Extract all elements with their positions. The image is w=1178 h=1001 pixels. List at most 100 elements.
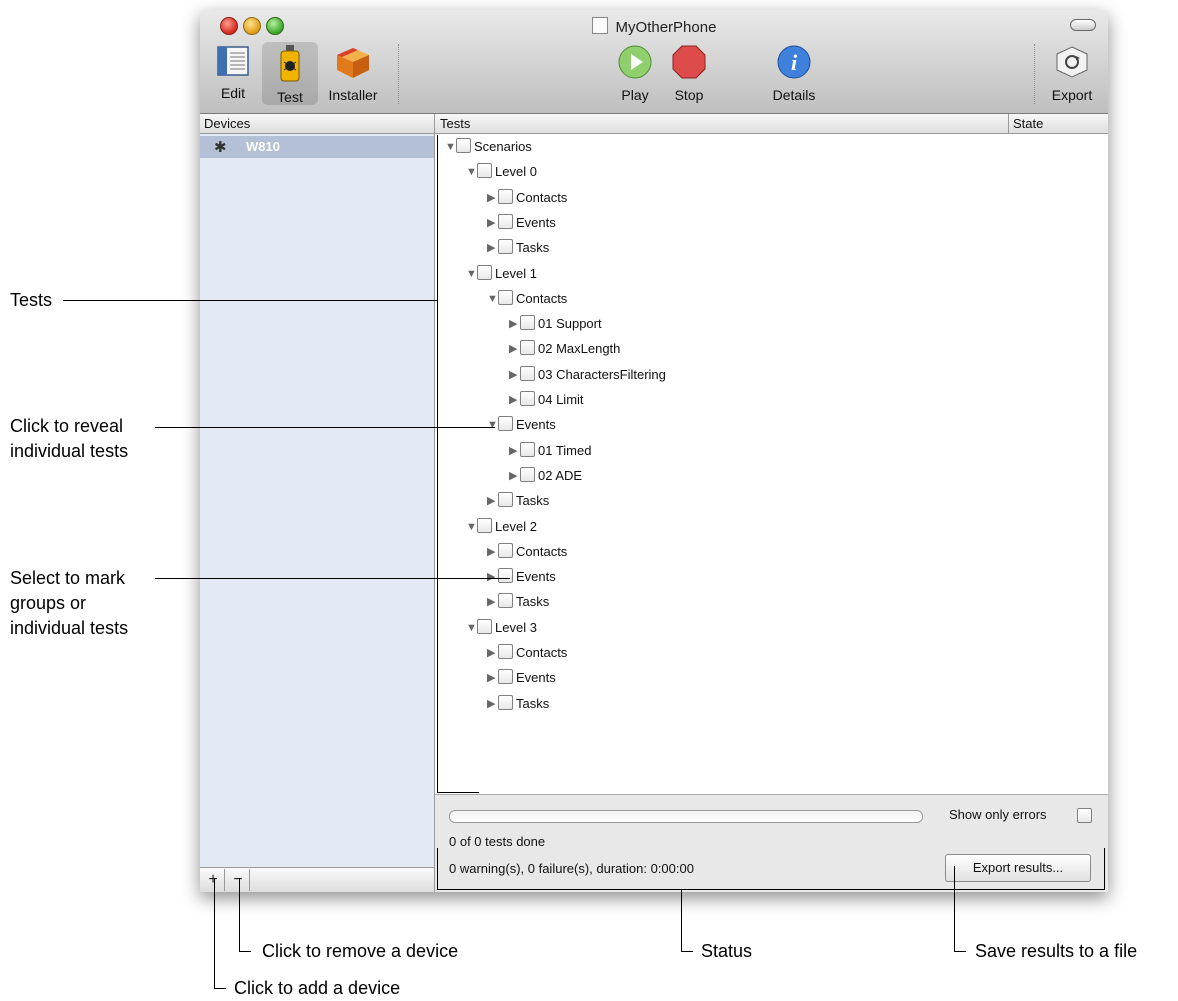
details-toolbar-button[interactable]: i Details	[766, 44, 822, 103]
callout-reveal-line2: individual tests	[10, 441, 129, 461]
tree-row-label: Events	[516, 670, 556, 686]
test-checkbox[interactable]	[498, 289, 513, 305]
disclosure-triangle-collapsed-icon[interactable]: ▶	[487, 570, 497, 583]
devices-column-header[interactable]: Devices	[204, 116, 250, 131]
bluetooth-icon: ✱	[214, 139, 227, 156]
disclosure-triangle-collapsed-icon[interactable]: ▶	[509, 469, 519, 482]
leader-line	[239, 951, 251, 952]
test-checkbox[interactable]	[498, 669, 513, 685]
tree-row[interactable]: ▶ Tasks	[487, 694, 549, 715]
disclosure-triangle-expanded-icon[interactable]: ▼	[487, 293, 498, 305]
package-icon	[322, 44, 384, 83]
disclosure-triangle-expanded-icon[interactable]: ▼	[466, 521, 477, 533]
disclosure-triangle-collapsed-icon[interactable]: ▶	[487, 545, 497, 558]
test-checkbox[interactable]	[498, 213, 513, 229]
tree-row[interactable]: ▼ Contacts	[487, 289, 567, 310]
tree-row[interactable]: ▼ Level 1	[466, 264, 537, 285]
disclosure-triangle-collapsed-icon[interactable]: ▶	[487, 595, 497, 608]
column-headers: Devices Tests State	[200, 114, 1108, 134]
test-checkbox[interactable]	[498, 492, 513, 508]
test-checkbox[interactable]	[477, 264, 492, 280]
toolbar-separator	[1034, 44, 1035, 104]
test-checkbox[interactable]	[498, 542, 513, 558]
devices-sidebar: ✱ W810	[200, 134, 435, 867]
test-checkbox[interactable]	[520, 365, 535, 381]
tree-row[interactable]: ▶ 02 MaxLength	[509, 340, 620, 360]
disclosure-triangle-collapsed-icon[interactable]: ▶	[509, 368, 519, 381]
test-checkbox[interactable]	[520, 391, 535, 406]
tree-row[interactable]: ▼ Events	[487, 416, 556, 436]
disclosure-triangle-collapsed-icon[interactable]: ▶	[509, 342, 519, 355]
tree-row[interactable]: ▶ 01 Timed	[509, 441, 591, 462]
tree-row[interactable]: ▶ 04 Limit	[509, 391, 584, 411]
leader-line	[155, 427, 495, 428]
test-checkbox[interactable]	[498, 188, 513, 204]
tree-row[interactable]: ▶ Contacts	[487, 188, 567, 209]
tree-row[interactable]: ▶ Contacts	[487, 644, 567, 664]
test-checkbox[interactable]	[477, 618, 492, 634]
disclosure-triangle-collapsed-icon[interactable]: ▶	[487, 241, 497, 254]
disclosure-triangle-expanded-icon[interactable]: ▼	[445, 141, 456, 153]
stop-toolbar-button[interactable]: Stop	[669, 44, 709, 103]
test-checkbox[interactable]	[477, 163, 492, 179]
disclosure-triangle-collapsed-icon[interactable]: ▶	[487, 216, 497, 229]
column-divider	[1008, 114, 1009, 133]
leader-line	[214, 878, 215, 989]
disclosure-triangle-collapsed-icon[interactable]: ▶	[509, 444, 519, 457]
export-label: Export	[1051, 87, 1093, 103]
test-checkbox[interactable]	[520, 466, 535, 482]
disclosure-triangle-collapsed-icon[interactable]: ▶	[487, 697, 497, 710]
test-checkbox[interactable]	[498, 416, 513, 432]
disclosure-triangle-collapsed-icon[interactable]: ▶	[509, 317, 519, 330]
tests-outline: ▼ Scenarios ▼ Level 0 ▶ Contacts ▶ Events ▶ Tasks…	[435, 134, 1108, 794]
test-checkbox[interactable]	[498, 239, 513, 255]
test-checkbox[interactable]	[520, 315, 535, 331]
disclosure-triangle-collapsed-icon[interactable]: ▶	[487, 191, 497, 204]
show-only-errors-checkbox[interactable]	[1077, 808, 1092, 823]
tree-row[interactable]: ▶ 02 ADE	[509, 466, 582, 487]
tree-row[interactable]: ▼ Level 2	[466, 517, 537, 538]
tree-row[interactable]: ▶ Tasks	[487, 593, 549, 613]
device-row[interactable]: ✱ W810	[200, 136, 434, 158]
tree-row-label: Contacts	[516, 645, 568, 660]
state-column-header[interactable]: State	[1013, 116, 1043, 131]
test-checkbox[interactable]	[498, 644, 513, 659]
test-checkbox[interactable]	[477, 517, 492, 533]
tree-row[interactable]: ▶ Events	[487, 669, 556, 689]
tree-row[interactable]: ▶ Contacts	[487, 542, 567, 563]
installer-toolbar-button[interactable]: Installer	[322, 44, 384, 103]
edit-toolbar-button[interactable]: Edit	[212, 44, 254, 101]
test-checkbox[interactable]	[520, 441, 535, 457]
toolbar-toggle-button[interactable]	[1070, 19, 1096, 31]
test-toolbar-button[interactable]: Test	[262, 42, 318, 105]
disclosure-triangle-collapsed-icon[interactable]: ▶	[487, 671, 497, 684]
tree-row[interactable]: ▼ Level 3	[466, 618, 537, 639]
export-results-button[interactable]: Export results...	[945, 854, 1091, 882]
disclosure-triangle-expanded-icon[interactable]: ▼	[466, 268, 477, 280]
tree-row-label: 01 Support	[538, 316, 602, 332]
export-toolbar-button[interactable]: Export	[1044, 44, 1100, 103]
disclosure-triangle-collapsed-icon[interactable]: ▶	[509, 393, 519, 406]
test-checkbox[interactable]	[520, 340, 535, 356]
disclosure-triangle-expanded-icon[interactable]: ▼	[466, 622, 477, 634]
test-checkbox[interactable]	[498, 593, 513, 609]
toolbar: MyOtherPhone Edit Test Installer Play St…	[200, 10, 1108, 114]
disclosure-triangle-expanded-icon[interactable]: ▼	[487, 419, 498, 431]
leader-line	[239, 878, 240, 952]
test-checkbox[interactable]	[498, 694, 513, 710]
tree-row[interactable]: ▶ Tasks	[487, 239, 549, 259]
play-toolbar-button[interactable]: Play	[616, 44, 654, 103]
tree-row[interactable]: ▼ Level 0	[466, 163, 537, 183]
disclosure-triangle-collapsed-icon[interactable]: ▶	[487, 494, 497, 507]
tree-row[interactable]: ▶ Events	[487, 213, 556, 234]
tests-column-header[interactable]: Tests	[440, 116, 470, 131]
disclosure-triangle-collapsed-icon[interactable]: ▶	[487, 646, 497, 659]
tree-row[interactable]: ▼ Scenarios	[445, 138, 532, 158]
test-checkbox[interactable]	[498, 568, 513, 584]
tree-row[interactable]: ▶ 01 Support	[509, 315, 602, 335]
tree-row[interactable]: ▶ 03 CharactersFiltering	[509, 365, 666, 386]
tree-row[interactable]: ▶ Tasks	[487, 492, 549, 512]
installer-label: Installer	[328, 87, 378, 103]
disclosure-triangle-expanded-icon[interactable]: ▼	[466, 166, 477, 178]
test-checkbox[interactable]	[456, 138, 471, 153]
